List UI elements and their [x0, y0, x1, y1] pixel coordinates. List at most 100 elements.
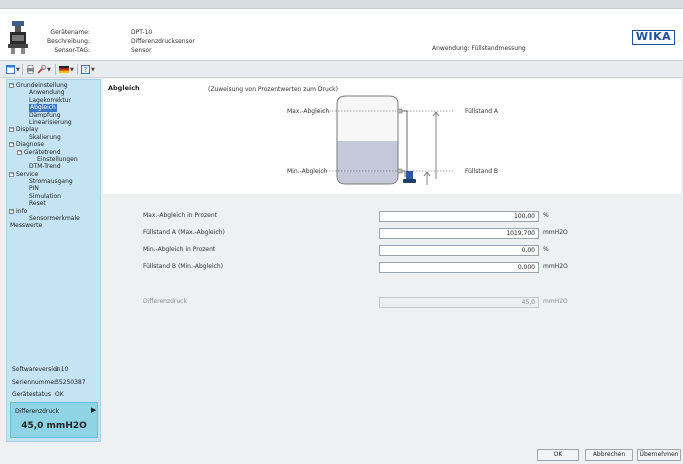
tree-item-service[interactable]: − Service: [8, 171, 100, 178]
level-a-label: Füllstand A: [465, 108, 499, 115]
max-adjust-percent-input[interactable]: 100,00: [379, 211, 539, 222]
unit-label: mmH2O: [543, 229, 568, 236]
device-values: DPT-10 Differenzdrucksensor Sensor: [131, 28, 195, 55]
tree-item-abgleich[interactable]: Abgleich: [8, 104, 100, 112]
level-b-label: Füllstand B: [465, 168, 498, 175]
tree-item-einstellungen[interactable]: Einstellungen: [8, 156, 100, 163]
toolbar-separator: [22, 64, 23, 75]
tree-item-sensormerkmale[interactable]: Sensormerkmale: [8, 215, 100, 222]
level-a-field-label: Füllstand A (Max.-Abgleich): [143, 229, 225, 236]
differential-pressure-label: Differenzdruck: [15, 408, 59, 415]
serial-number-value: 35250387: [55, 378, 86, 386]
lower-connection: [397, 168, 403, 174]
flag-icon: [59, 66, 69, 73]
adjustment-diagram-panel: Abgleich (Zuweisung von Prozentwerten zu…: [103, 79, 681, 194]
tree-item-grundeinstellung[interactable]: − Grundeinstellung: [8, 82, 100, 89]
ok-button[interactable]: OK: [537, 449, 579, 461]
tree-item-label: Reset: [29, 200, 46, 208]
min-adjust-percent-input[interactable]: 0,00: [379, 245, 539, 256]
tank-diagram: Max.-Abgleich Min.-Abgleich Füllstand A …: [287, 95, 499, 185]
max-adjust-label: Max.-Abgleich: [287, 108, 329, 115]
unit-label: %: [543, 212, 549, 219]
unit-label: %: [543, 246, 549, 253]
collapse-icon[interactable]: −: [9, 83, 14, 88]
device-labels: Gerätename: Beschreibung: Sensor-TAG:: [34, 28, 90, 55]
tree-item-simulation[interactable]: Simulation: [8, 193, 100, 200]
min-adjust-label: Min.-Abgleich: [287, 168, 328, 175]
tree-item-diagnose[interactable]: − Diagnose: [8, 141, 100, 148]
play-arrow-icon[interactable]: ▶: [91, 406, 96, 414]
differential-pressure-readonly: 45,0: [379, 297, 539, 308]
help-icon: ?: [81, 65, 90, 74]
tree-item-label: Lagekorrektur: [29, 96, 71, 104]
min-adjust-percent-label: Min.-Abgleich in Prozent: [143, 246, 216, 253]
tree-item-label: Sensormerkmale: [29, 215, 80, 223]
main-panel: Abgleich (Zuweisung von Prozentwerten zu…: [103, 79, 681, 442]
description-value: Differenzdrucksensor: [131, 38, 195, 45]
differential-pressure-panel[interactable]: Differenzdruck ▶ 45,0 mmH2O: [10, 402, 98, 438]
level-b-input[interactable]: 0,000: [379, 262, 539, 273]
tree-item-lagekorrektur[interactable]: Lagekorrektur: [8, 97, 100, 104]
tree-item-reset[interactable]: Reset: [8, 200, 100, 207]
collapse-icon[interactable]: −: [17, 149, 22, 155]
sensor-tag-value: Sensor: [131, 47, 152, 54]
info-row: Seriennummer 35250387: [12, 377, 100, 390]
tree-item-label: Display: [16, 126, 39, 134]
device-status-label: Gerätestatus: [12, 391, 51, 398]
tree-item-skalierung[interactable]: Skalierung: [8, 134, 100, 141]
title-strip: [0, 0, 683, 9]
tree-item-stromausgang[interactable]: Stromausgang: [8, 178, 100, 185]
collapse-icon[interactable]: −: [9, 127, 14, 133]
impulse-line: [402, 170, 406, 177]
tree-item-label: Stromausgang: [29, 178, 73, 186]
device-name-label: Gerätename:: [50, 29, 90, 36]
chevron-down-icon: ▼: [16, 66, 20, 73]
toolbar-separator: [77, 64, 78, 75]
tree-item-linearisierung[interactable]: Linearisierung: [8, 119, 100, 126]
chevron-down-icon: ▼: [70, 66, 74, 73]
application-text: Anwendung: Füllstandmessung: [432, 45, 526, 52]
tree-item-label: Gerätetrend: [24, 148, 61, 156]
tree-item-label: Dämpfung: [29, 111, 61, 119]
chevron-down-icon: ▼: [47, 66, 51, 73]
software-version-label: Softwareversion: [12, 366, 61, 373]
tree-item-display[interactable]: − Display: [8, 126, 100, 133]
navigation-sidebar: − Grundeinstellung Anwendung Lagekorrektur A…: [6, 79, 101, 442]
help-menu-button[interactable]: ? ▼: [81, 65, 95, 74]
device-icon: [8, 21, 28, 54]
view-menu-button[interactable]: ▼: [6, 65, 20, 74]
tree-item-label: Abgleich: [29, 104, 57, 112]
device-info: Softwareversion 1.10 Seriennummer 352503…: [12, 364, 100, 402]
max-adjust-percent-label: Max.-Abgleich in Prozent: [143, 212, 217, 219]
print-icon: [27, 65, 34, 74]
collapse-icon[interactable]: −: [9, 208, 14, 214]
tree-item-messwerte[interactable]: Messwerte: [8, 222, 100, 229]
tree-item-gerätetrend[interactable]: − Gerätetrend: [8, 149, 100, 156]
print-button[interactable]: [26, 65, 35, 74]
tools-menu-button[interactable]: ▼: [37, 65, 51, 74]
tree-item-label: DTM-Trend: [29, 163, 61, 171]
tree-item-info[interactable]: − Info: [8, 208, 100, 215]
apply-button[interactable]: Übernehmen: [637, 449, 681, 461]
level-a-input[interactable]: 1019,700: [379, 228, 539, 239]
device-status-value: OK: [55, 391, 64, 398]
tree-item-pin[interactable]: PIN: [8, 185, 100, 192]
tree-item-label: Anwendung: [29, 89, 65, 97]
view-icon: [6, 65, 15, 74]
collapse-icon[interactable]: −: [9, 171, 14, 177]
tree-item-anwendung[interactable]: Anwendung: [8, 89, 100, 96]
collapse-icon[interactable]: −: [9, 142, 14, 148]
differential-pressure-field-label: Differenzdruck: [143, 298, 187, 305]
toolbar: ▼ ▼ ▼ ? ▼: [0, 61, 683, 78]
tree-item-dämpfung[interactable]: Dämpfung: [8, 112, 100, 119]
cancel-button[interactable]: Abbrechen: [585, 449, 633, 461]
chevron-down-icon: ▼: [91, 66, 95, 73]
tree-item-label: Service: [16, 170, 39, 178]
tree-item-label: Simulation: [29, 192, 61, 200]
language-menu-button[interactable]: ▼: [59, 65, 74, 74]
toolbar-separator: [55, 64, 56, 75]
tree-item-dtm-trend[interactable]: DTM-Trend: [8, 163, 100, 170]
device-header: Gerätename: Beschreibung: Sensor-TAG: DP…: [0, 9, 683, 61]
software-version-value: 1.10: [55, 366, 69, 373]
tree-item-label: Info: [16, 207, 28, 215]
